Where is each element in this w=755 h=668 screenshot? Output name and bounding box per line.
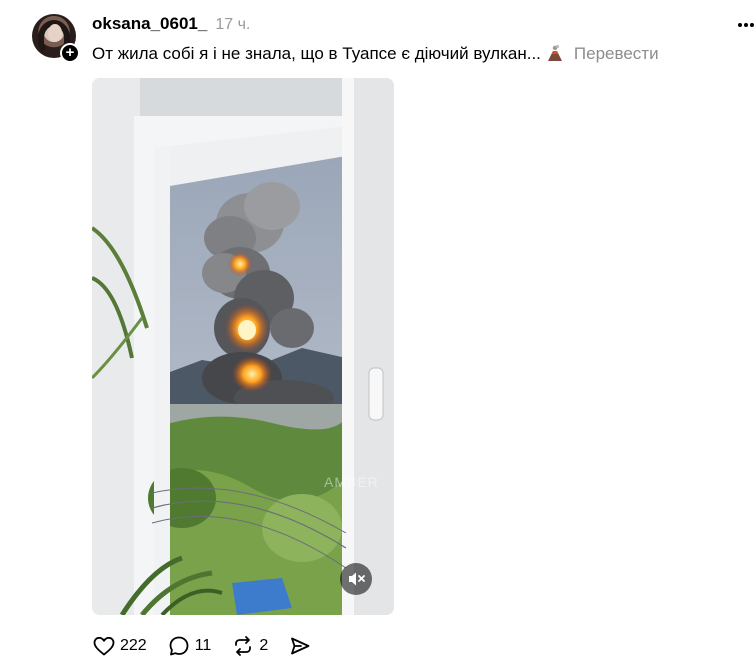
caption-row: От жила собі я і не знала, що в Туапсе є… <box>92 44 659 68</box>
repost-icon <box>235 636 252 656</box>
send-icon <box>291 637 310 655</box>
like-count: 222 <box>120 637 147 654</box>
repost-count: 2 <box>259 637 269 654</box>
repost-button[interactable]: 2 <box>231 634 268 658</box>
timestamp[interactable]: 17 ч. <box>215 16 250 34</box>
follow-plus-icon[interactable]: + <box>60 43 80 63</box>
post-caption: От жила собі я і не знала, що в Туапсе є… <box>92 44 541 63</box>
avatar-container[interactable]: + <box>32 14 80 63</box>
video-frame-scene <box>92 78 394 615</box>
feed-post: + oksana_0601_ 17 ч. От жила собі я і не… <box>0 0 755 668</box>
share-button[interactable] <box>288 634 312 658</box>
comment-icon <box>169 636 189 656</box>
volcano-icon <box>547 44 562 61</box>
post-video[interactable]: AMBER <box>92 78 394 615</box>
translate-link[interactable]: Перевести <box>574 44 659 63</box>
action-bar: 222 11 2 <box>92 633 332 659</box>
username[interactable]: oksana_0601_ <box>92 14 207 34</box>
mute-button[interactable] <box>340 563 372 595</box>
more-options-icon[interactable] <box>738 20 754 30</box>
video-watermark: AMBER <box>324 474 379 490</box>
heart-icon <box>93 636 115 656</box>
post-header: oksana_0601_ 17 ч. <box>92 14 250 38</box>
like-button[interactable]: 222 <box>92 634 147 658</box>
comment-count: 11 <box>194 637 212 654</box>
comment-button[interactable]: 11 <box>167 634 212 658</box>
speaker-muted-icon <box>349 572 365 586</box>
